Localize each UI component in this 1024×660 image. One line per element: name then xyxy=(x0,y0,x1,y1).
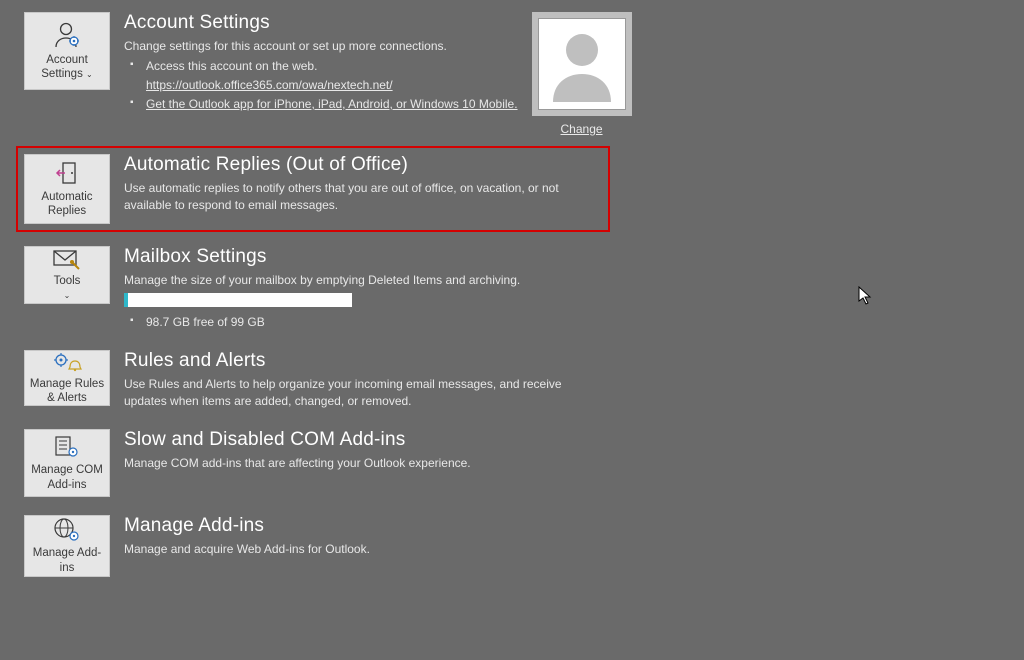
person-gear-icon xyxy=(52,21,82,49)
account-settings-tile[interactable]: AccountSettings ⌄ xyxy=(24,12,110,90)
section-desc: Use automatic replies to notify others t… xyxy=(124,180,602,215)
account-settings-content: Account Settings Change settings for thi… xyxy=(124,12,518,113)
manage-addins-section: Manage Add-ins Manage Add-ins Manage and… xyxy=(24,515,1024,577)
change-photo-link[interactable]: Change xyxy=(561,122,603,136)
rules-alerts-content: Rules and Alerts Use Rules and Alerts to… xyxy=(124,350,604,411)
section-desc: Change settings for this account or set … xyxy=(124,38,518,55)
manage-addins-content: Manage Add-ins Manage and acquire Web Ad… xyxy=(124,515,370,558)
automatic-replies-content: Automatic Replies (Out of Office) Use au… xyxy=(124,154,602,215)
mailbox-quota-bar xyxy=(124,293,352,307)
profile-photo-block: Change xyxy=(532,12,632,136)
person-placeholder-icon xyxy=(547,24,617,105)
mailbox-quota-text: 98.7 GB free of 99 GB xyxy=(130,313,520,332)
section-desc: Manage and acquire Web Add-ins for Outlo… xyxy=(124,541,370,558)
owa-url-link[interactable]: https://outlook.office365.com/owa/nextec… xyxy=(146,78,393,92)
building-gear-icon xyxy=(52,433,82,459)
profile-photo-frame xyxy=(532,12,632,116)
account-settings-section: AccountSettings ⌄ Account Settings Chang… xyxy=(24,12,1024,136)
section-title: Manage Add-ins xyxy=(124,515,370,537)
tile-label: Manage Add-ins xyxy=(33,546,101,575)
reply-door-icon xyxy=(54,160,80,186)
gear-bell-icon xyxy=(52,351,82,373)
tools-tile[interactable]: Tools⌄ xyxy=(24,246,110,304)
mailbox-settings-section: Tools⌄ Mailbox Settings Manage the size … xyxy=(24,246,1024,332)
tile-label: Manage Rules& Alerts xyxy=(30,377,104,406)
section-title: Account Settings xyxy=(124,12,518,34)
tile-label: Manage COMAdd-ins xyxy=(31,463,103,492)
automatic-replies-highlight: AutomaticReplies Automatic Replies (Out … xyxy=(16,146,610,232)
section-title: Automatic Replies (Out of Office) xyxy=(124,154,602,176)
manage-rules-tile[interactable]: Manage Rules& Alerts xyxy=(24,350,110,406)
mailbox-settings-content: Mailbox Settings Manage the size of your… xyxy=(124,246,520,332)
section-title: Slow and Disabled COM Add-ins xyxy=(124,429,471,451)
section-title: Rules and Alerts xyxy=(124,350,604,372)
globe-gear-icon xyxy=(52,516,82,542)
tile-label: AccountSettings ⌄ xyxy=(41,53,92,82)
tile-label: AutomaticReplies xyxy=(41,190,92,219)
mailbox-quota-used xyxy=(124,293,128,307)
section-desc: Use Rules and Alerts to help organize yo… xyxy=(124,376,604,411)
envelope-wrench-icon xyxy=(52,248,82,270)
section-title: Mailbox Settings xyxy=(124,246,520,268)
tile-label: Tools⌄ xyxy=(54,274,81,303)
manage-com-addins-tile[interactable]: Manage COMAdd-ins xyxy=(24,429,110,497)
section-desc: Manage COM add-ins that are affecting yo… xyxy=(124,455,471,472)
bullet-web-access: Access this account on the web. https://… xyxy=(130,57,518,94)
section-desc: Manage the size of your mailbox by empty… xyxy=(124,272,520,289)
get-app-link[interactable]: Get the Outlook app for iPhone, iPad, An… xyxy=(146,97,518,111)
com-addins-section: Manage COMAdd-ins Slow and Disabled COM … xyxy=(24,429,1024,497)
manage-addins-tile[interactable]: Manage Add-ins xyxy=(24,515,110,577)
com-addins-content: Slow and Disabled COM Add-ins Manage COM… xyxy=(124,429,471,472)
rules-alerts-section: Manage Rules& Alerts Rules and Alerts Us… xyxy=(24,350,1024,411)
automatic-replies-tile[interactable]: AutomaticReplies xyxy=(24,154,110,224)
